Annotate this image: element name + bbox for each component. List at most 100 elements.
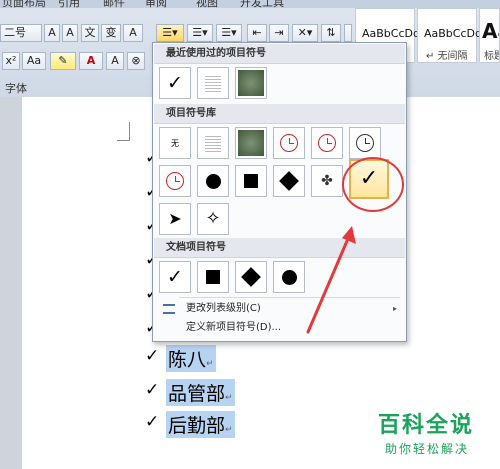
multilevel-list-button[interactable]: ☰▾ [216, 24, 242, 42]
char-shading-label: A [111, 54, 119, 67]
tab-mailings[interactable]: 邮件 [103, 0, 125, 8]
diamond-icon [279, 171, 299, 191]
enclose-char-button[interactable]: 变 [101, 24, 121, 42]
menu-define-new-bullet[interactable]: 定义新项目符号(D)... [154, 319, 405, 337]
list-bullet: ✓ [145, 346, 160, 366]
tab-view[interactable]: 视图 [196, 0, 218, 8]
phonetic-guide-button[interactable]: 文 [81, 24, 99, 42]
bullet-option-checkmark[interactable]: ✓ [159, 67, 191, 99]
section-bullet-library: 项目符号库 [154, 104, 405, 124]
numbering-button[interactable]: ☰▾ [187, 24, 213, 42]
highlight-color-button[interactable]: ✎ [50, 52, 76, 70]
bullet-option-clock-red[interactable] [273, 127, 305, 159]
enclosed-a-button[interactable]: ⊗ [127, 52, 145, 70]
char-border-button[interactable]: A [123, 24, 143, 42]
superscript-label: x² [5, 54, 17, 67]
section-recent-bullets: 最近使用过的项目符号 [154, 44, 405, 64]
texture-picture-icon [238, 130, 264, 156]
font-group-label: 字体 [5, 82, 27, 95]
style-heading-sample: Aa [482, 19, 499, 43]
clock-icon [280, 134, 298, 152]
margin-crop-mark [117, 122, 130, 141]
style-normal-sample: AaBbCcDd [362, 27, 420, 40]
arrowhead-icon: ➤ [168, 209, 182, 228]
font-size-value: 二号 [4, 26, 26, 39]
bullet-option-four-diamond[interactable]: ✤ [311, 165, 343, 197]
bullet-option-arrowhead[interactable]: ➤ [159, 203, 191, 235]
style-no-spacing[interactable]: AaBbCcDd ↵ 无间隔 [417, 8, 482, 63]
list-item-text[interactable]: 后勤部↵ [166, 411, 235, 438]
style-no-spacing-sample: AaBbCcDd [424, 27, 482, 40]
lines-icon [205, 74, 221, 92]
annotation-circle [342, 157, 404, 212]
list-item-text[interactable]: 品管部↵ [166, 379, 235, 406]
paragraph-mark: ↵ [225, 393, 233, 403]
bullet-option-square[interactable] [235, 165, 267, 197]
circle-icon [281, 269, 297, 285]
four-point-star-icon: ✧ [205, 208, 221, 229]
bullet-option-clock-red-3[interactable] [159, 165, 191, 197]
bullet-option-diamond[interactable] [273, 165, 305, 197]
grow-font-button[interactable]: A [44, 24, 60, 42]
menu-change-list-level-label: 更改列表级别(C) [186, 303, 261, 314]
clock-icon [166, 172, 184, 190]
watermark-subtitle: 助你轻松解决 [385, 442, 470, 456]
sort-button[interactable]: ⇅ [321, 24, 341, 42]
doc-bullet-checkmark[interactable]: ✓ [159, 261, 191, 293]
list-bullet: ✓ [145, 380, 160, 400]
square-icon [244, 174, 258, 188]
bullet-option-picture-lines[interactable] [197, 127, 229, 159]
char-shading-button[interactable]: A [106, 52, 124, 70]
bullet-option-none[interactable]: 无 [159, 127, 191, 159]
checkmark-icon: ✓ [167, 71, 183, 94]
shrink-font-button[interactable]: A [62, 24, 78, 42]
doc-bullet-square[interactable] [197, 261, 229, 293]
list-bullet: ✓ [145, 412, 160, 432]
tab-developer[interactable]: 开发工具 [240, 0, 284, 8]
list-item-label: 品管部 [168, 383, 226, 405]
tab-review[interactable]: 审阅 [145, 0, 167, 8]
bullet-option-clock-dark[interactable] [349, 127, 381, 159]
circle-icon [205, 173, 221, 189]
style-heading[interactable]: Aa 标题 [479, 8, 500, 63]
tab-page-layout[interactable]: 页面布局 [2, 0, 46, 8]
list-item-label: 后勤部 [168, 415, 226, 437]
paragraph-mark: ↵ [225, 425, 233, 435]
lines-icon [205, 134, 221, 152]
list-item-text[interactable]: 陈八↵ [166, 345, 216, 372]
list-item-label: 陈八 [168, 349, 207, 371]
checkmark-icon: ✓ [167, 265, 183, 288]
diamond-icon [241, 267, 261, 287]
bullet-option-picture-texture[interactable] [235, 67, 267, 99]
superscript-button[interactable]: x² [2, 52, 20, 70]
doc-bullet-diamond[interactable] [235, 261, 267, 293]
bullet-option-star[interactable]: ✧ [197, 203, 229, 235]
watermark-title: 百科全说 [378, 413, 475, 438]
chinese-layout-button[interactable]: ✕▾ [292, 24, 318, 42]
annotation-arrow-icon [306, 226, 356, 334]
none-label: 无 [171, 138, 179, 148]
font-size-select[interactable]: 二号 [0, 24, 42, 42]
show-marks-button[interactable] [344, 24, 352, 42]
list-level-icon [163, 304, 175, 314]
four-color-diamond-icon: ✤ [321, 173, 333, 189]
clock-icon [356, 134, 374, 152]
menu-change-list-level[interactable]: 更改列表级别(C) ▸ [154, 300, 405, 318]
bullet-option-picture-texture[interactable] [235, 127, 267, 159]
bullet-option-clock-red-2[interactable] [311, 127, 343, 159]
font-color-button[interactable]: A [79, 52, 103, 70]
change-case-label: Aa [26, 54, 42, 67]
style-no-spacing-name: ↵ 无间隔 [426, 51, 468, 62]
change-case-button[interactable]: Aa [22, 52, 46, 70]
clock-icon [318, 134, 336, 152]
menu-separator [179, 297, 400, 298]
bullets-button[interactable]: ☰▾ [156, 24, 184, 42]
bullet-option-circle[interactable] [197, 165, 229, 197]
decrease-indent-button[interactable]: ⇤ [247, 24, 267, 42]
increase-indent-button[interactable]: ⇥ [269, 24, 289, 42]
square-icon [206, 270, 220, 284]
texture-picture-icon [238, 70, 264, 96]
tab-references[interactable]: 引用 [58, 0, 80, 8]
section-document-bullets: 文档项目符号 [154, 238, 405, 258]
bullet-option-picture-lines[interactable] [197, 67, 229, 99]
